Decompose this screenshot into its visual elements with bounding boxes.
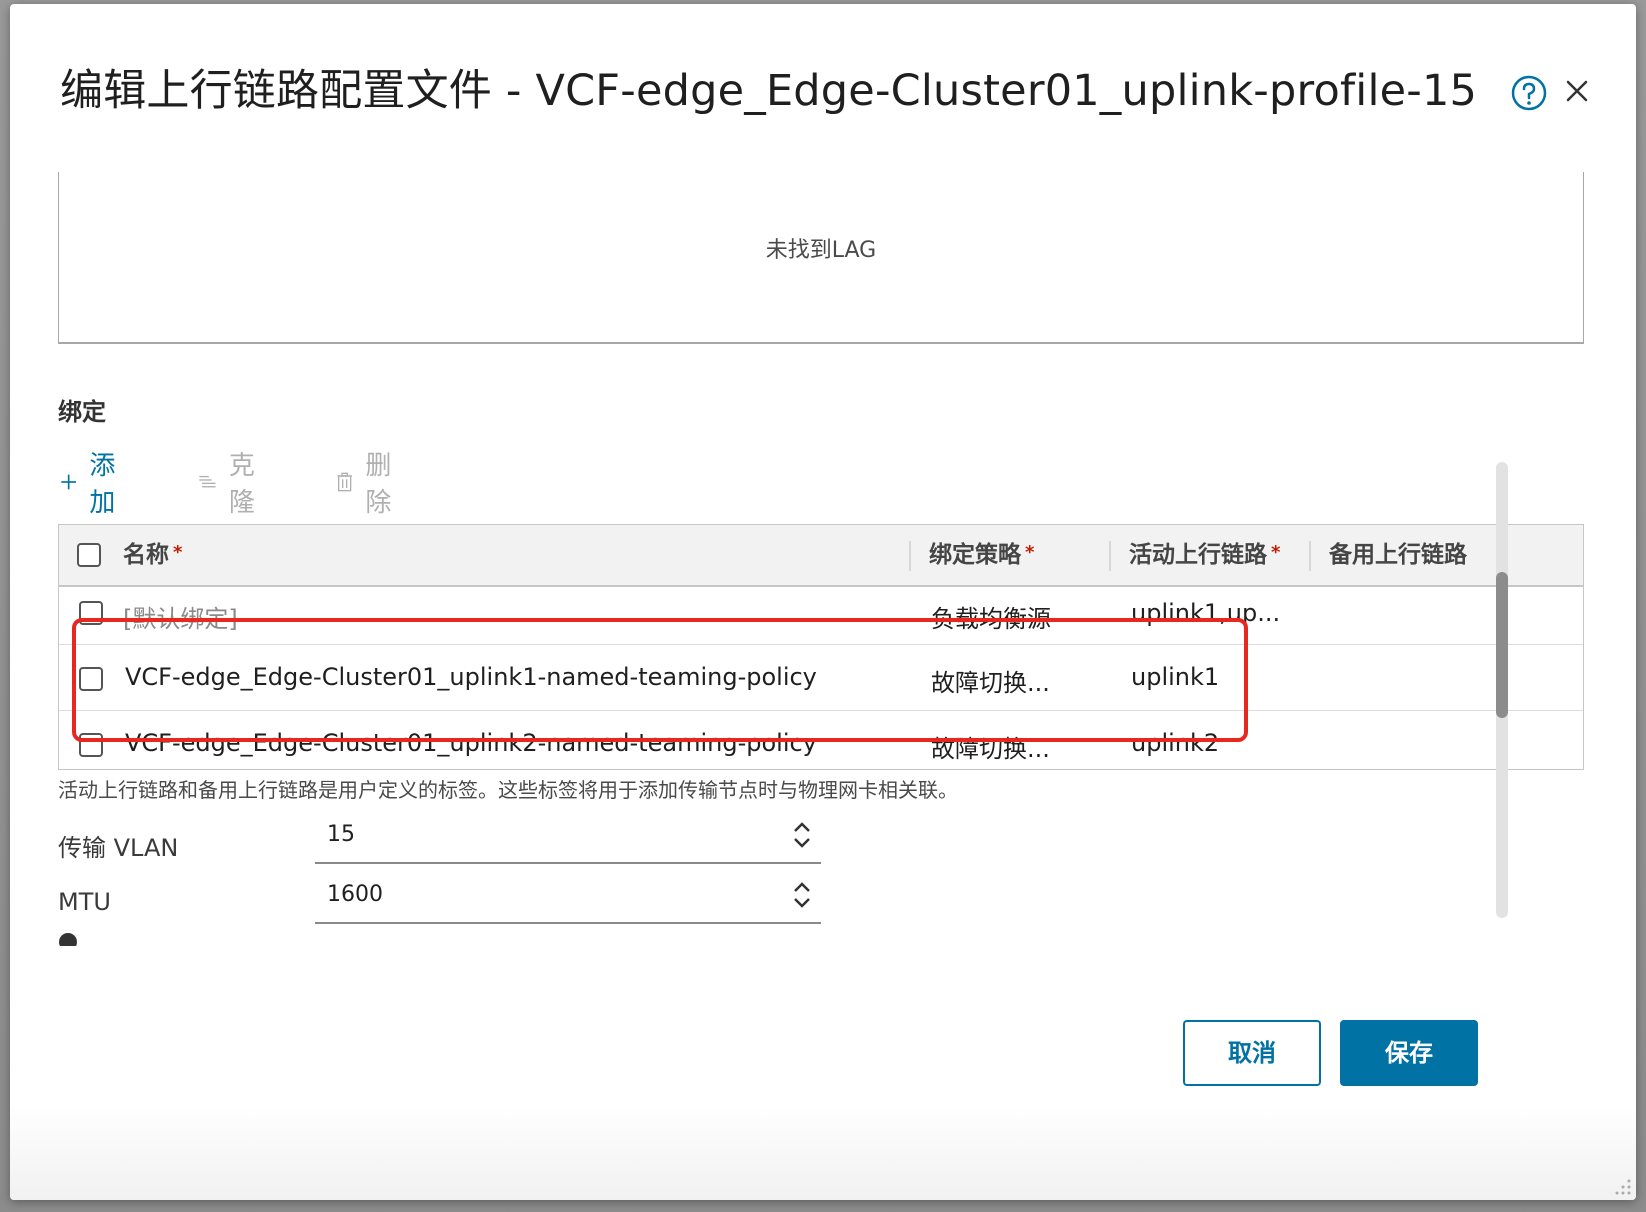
cancel-button[interactable]: 取消 xyxy=(1183,1020,1321,1086)
required-mark: * xyxy=(1025,542,1035,563)
close-icon[interactable] xyxy=(1562,76,1592,106)
uplink-footnote: 活动上行链路和备用上行链路是用户定义的标签。这些标签将用于添加传输节点时与物理网… xyxy=(58,778,958,802)
column-standby-label: 备用上行链路 xyxy=(1329,542,1467,568)
row-name: VCF-edge_Edge-Cluster01_uplink1-named-te… xyxy=(125,663,817,691)
column-name-label: 名称 xyxy=(123,542,169,568)
lag-grid: 未找到LAG xyxy=(58,172,1584,344)
row-name: VCF-edge_Edge-Cluster01_uplink2-named-te… xyxy=(125,729,817,757)
column-header-standby-uplinks[interactable]: 备用上行链路 xyxy=(1329,525,1467,585)
number-spinner-icon[interactable] xyxy=(791,880,813,910)
mtu-hint-truncated xyxy=(58,932,78,946)
lag-empty-message: 未找到LAG xyxy=(765,238,877,263)
row-checkbox[interactable] xyxy=(79,733,103,757)
select-all-checkbox[interactable] xyxy=(77,543,101,567)
row-active-uplinks: uplink1 xyxy=(1131,663,1220,691)
table-row[interactable]: [默认绑定] 负载均衡源 uplink1,up... xyxy=(59,587,1583,645)
teaming-grid-header: 名称 * 绑定策略 * 活动上行链路 * 备用上行链路 xyxy=(59,525,1583,587)
row-policy: 负载均衡源 xyxy=(931,605,1051,633)
mtu-input[interactable]: 1600 xyxy=(315,876,821,924)
column-separator[interactable] xyxy=(1109,541,1111,571)
add-teaming-button[interactable]: 添加 xyxy=(60,451,124,518)
help-circle-icon[interactable] xyxy=(1510,74,1548,112)
delete-label: 删除 xyxy=(365,451,392,518)
mtu-label: MTU xyxy=(58,888,111,916)
required-mark: * xyxy=(1271,542,1281,563)
row-checkbox[interactable] xyxy=(79,601,103,625)
resize-grip-icon[interactable] xyxy=(1614,1178,1632,1196)
dialog-footer-shadow xyxy=(10,1104,1636,1200)
table-row[interactable]: VCF-edge_Edge-Cluster01_uplink1-named-te… xyxy=(59,645,1583,711)
number-spinner-icon[interactable] xyxy=(791,820,813,850)
clone-label: 克隆 xyxy=(228,451,255,518)
info-icon xyxy=(59,933,77,946)
column-separator[interactable] xyxy=(1309,541,1311,571)
transport-vlan-label: 传输 VLAN xyxy=(58,834,179,862)
save-button[interactable]: 保存 xyxy=(1340,1020,1478,1086)
column-header-policy[interactable]: 绑定策略 * xyxy=(929,525,1034,585)
trash-icon xyxy=(337,472,352,492)
column-active-label: 活动上行链路 xyxy=(1129,542,1267,568)
transport-vlan-input[interactable]: 15 xyxy=(315,816,821,864)
clone-icon xyxy=(199,475,216,488)
table-row[interactable]: VCF-edge_Edge-Cluster01_uplink2-named-te… xyxy=(59,711,1583,769)
column-separator[interactable] xyxy=(909,541,911,571)
clone-teaming-button[interactable]: 克隆 xyxy=(198,451,264,518)
row-policy: 故障切换... xyxy=(931,735,1050,763)
delete-teaming-button[interactable]: 删除 xyxy=(336,451,400,518)
add-label: 添加 xyxy=(89,451,116,518)
dialog-body[interactable]: 未找到LAG 绑定 添加 克隆 删除 名称 * 绑定策略 * 活动上行链路 * … xyxy=(10,172,1636,1000)
dialog-title: 编辑上行链路配置文件 - VCF-edge_Edge-Cluster01_upl… xyxy=(60,66,1478,116)
required-mark: * xyxy=(173,542,183,563)
mtu-value: 1600 xyxy=(327,882,383,907)
column-policy-label: 绑定策略 xyxy=(929,542,1021,568)
edit-uplink-profile-dialog: 编辑上行链路配置文件 - VCF-edge_Edge-Cluster01_upl… xyxy=(10,4,1636,1200)
teaming-section-title: 绑定 xyxy=(58,398,106,426)
plus-icon xyxy=(61,474,76,490)
transport-vlan-value: 15 xyxy=(327,822,355,847)
row-active-uplinks: uplink1,up... xyxy=(1131,599,1281,627)
row-name: [默认绑定] xyxy=(123,605,238,633)
scrollbar-thumb[interactable] xyxy=(1496,572,1508,718)
teaming-grid: 名称* 绑定策略* 活动上行链路* 备用上行链路 [默认绑定] 负载均衡源 xyxy=(58,524,1584,770)
row-active-uplinks: uplink2 xyxy=(1131,729,1220,757)
column-header-name[interactable]: 名称 * xyxy=(123,525,182,585)
row-checkbox[interactable] xyxy=(79,667,103,691)
row-policy: 故障切换... xyxy=(931,669,1050,697)
column-header-active-uplinks[interactable]: 活动上行链路 * xyxy=(1129,525,1280,585)
